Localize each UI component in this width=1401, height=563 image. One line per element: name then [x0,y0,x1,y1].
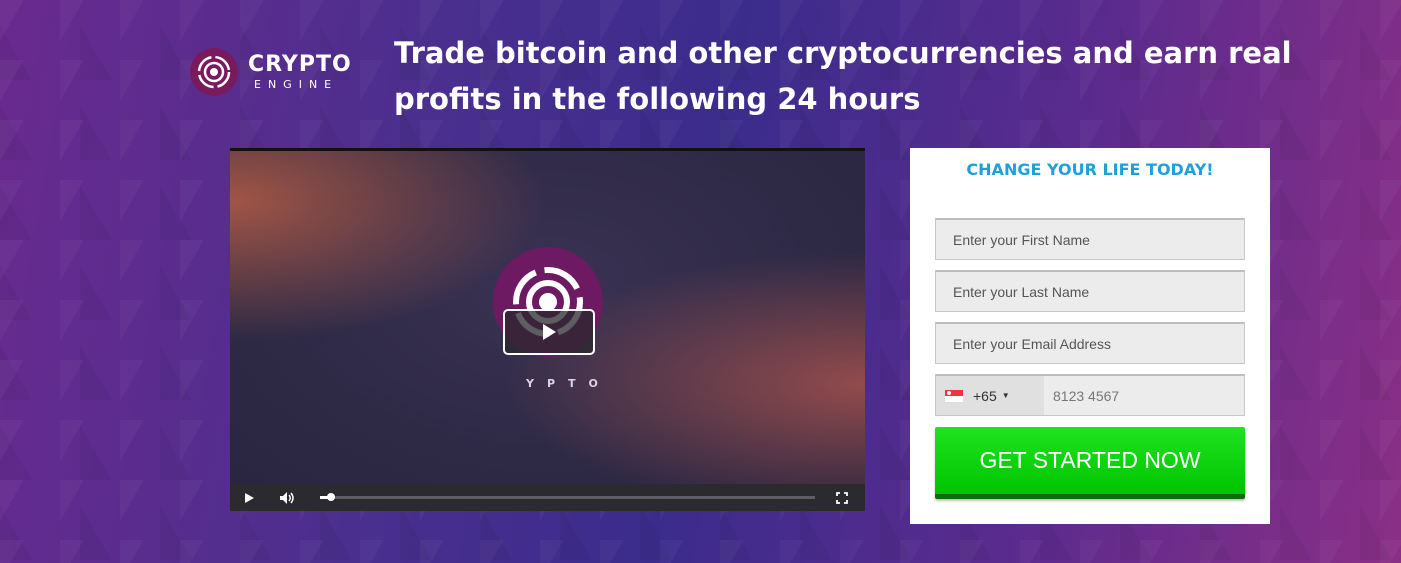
first-name-field[interactable] [935,218,1245,260]
phone-number-field[interactable] [1044,376,1244,415]
progress-handle[interactable] [327,493,335,501]
country-code-select[interactable]: +65 ▼ [936,376,1044,415]
email-field[interactable] [935,322,1245,364]
brand-logo[interactable]: CRYPTO ENGINE [190,48,352,96]
volume-icon [280,491,294,504]
signup-form: CHANGE YOUR LIFE TODAY! +65 ▼ GET STARTE… [910,148,1270,524]
form-title: CHANGE YOUR LIFE TODAY! [966,160,1214,179]
play-control-button[interactable] [230,484,268,511]
fullscreen-icon [836,491,848,504]
video-player[interactable]: YPTO [230,148,865,511]
phone-field-group: +65 ▼ [935,374,1245,416]
logo-wordmark: CRYPTO ENGINE [248,52,352,91]
big-play-button[interactable] [503,309,595,355]
fullscreen-button[interactable] [823,484,861,511]
logo-line-2: ENGINE [254,78,339,91]
country-dial-code: +65 [973,387,997,404]
last-name-field[interactable] [935,270,1245,312]
get-started-button[interactable]: GET STARTED NOW [935,427,1245,499]
video-wordmark: YPTO [526,377,611,390]
crypto-engine-logo-icon [190,48,238,96]
logo-line-1: CRYPTO [248,52,352,77]
video-controls [230,484,865,511]
progress-bar[interactable] [320,493,815,501]
video-frame[interactable]: YPTO [230,151,865,484]
page-headline: Trade bitcoin and other cryptocurrencies… [394,36,1292,116]
play-icon [543,324,556,340]
play-icon [245,492,254,503]
volume-button[interactable] [268,484,306,511]
chevron-down-icon: ▼ [1001,391,1010,400]
singapore-flag-icon [944,388,964,403]
